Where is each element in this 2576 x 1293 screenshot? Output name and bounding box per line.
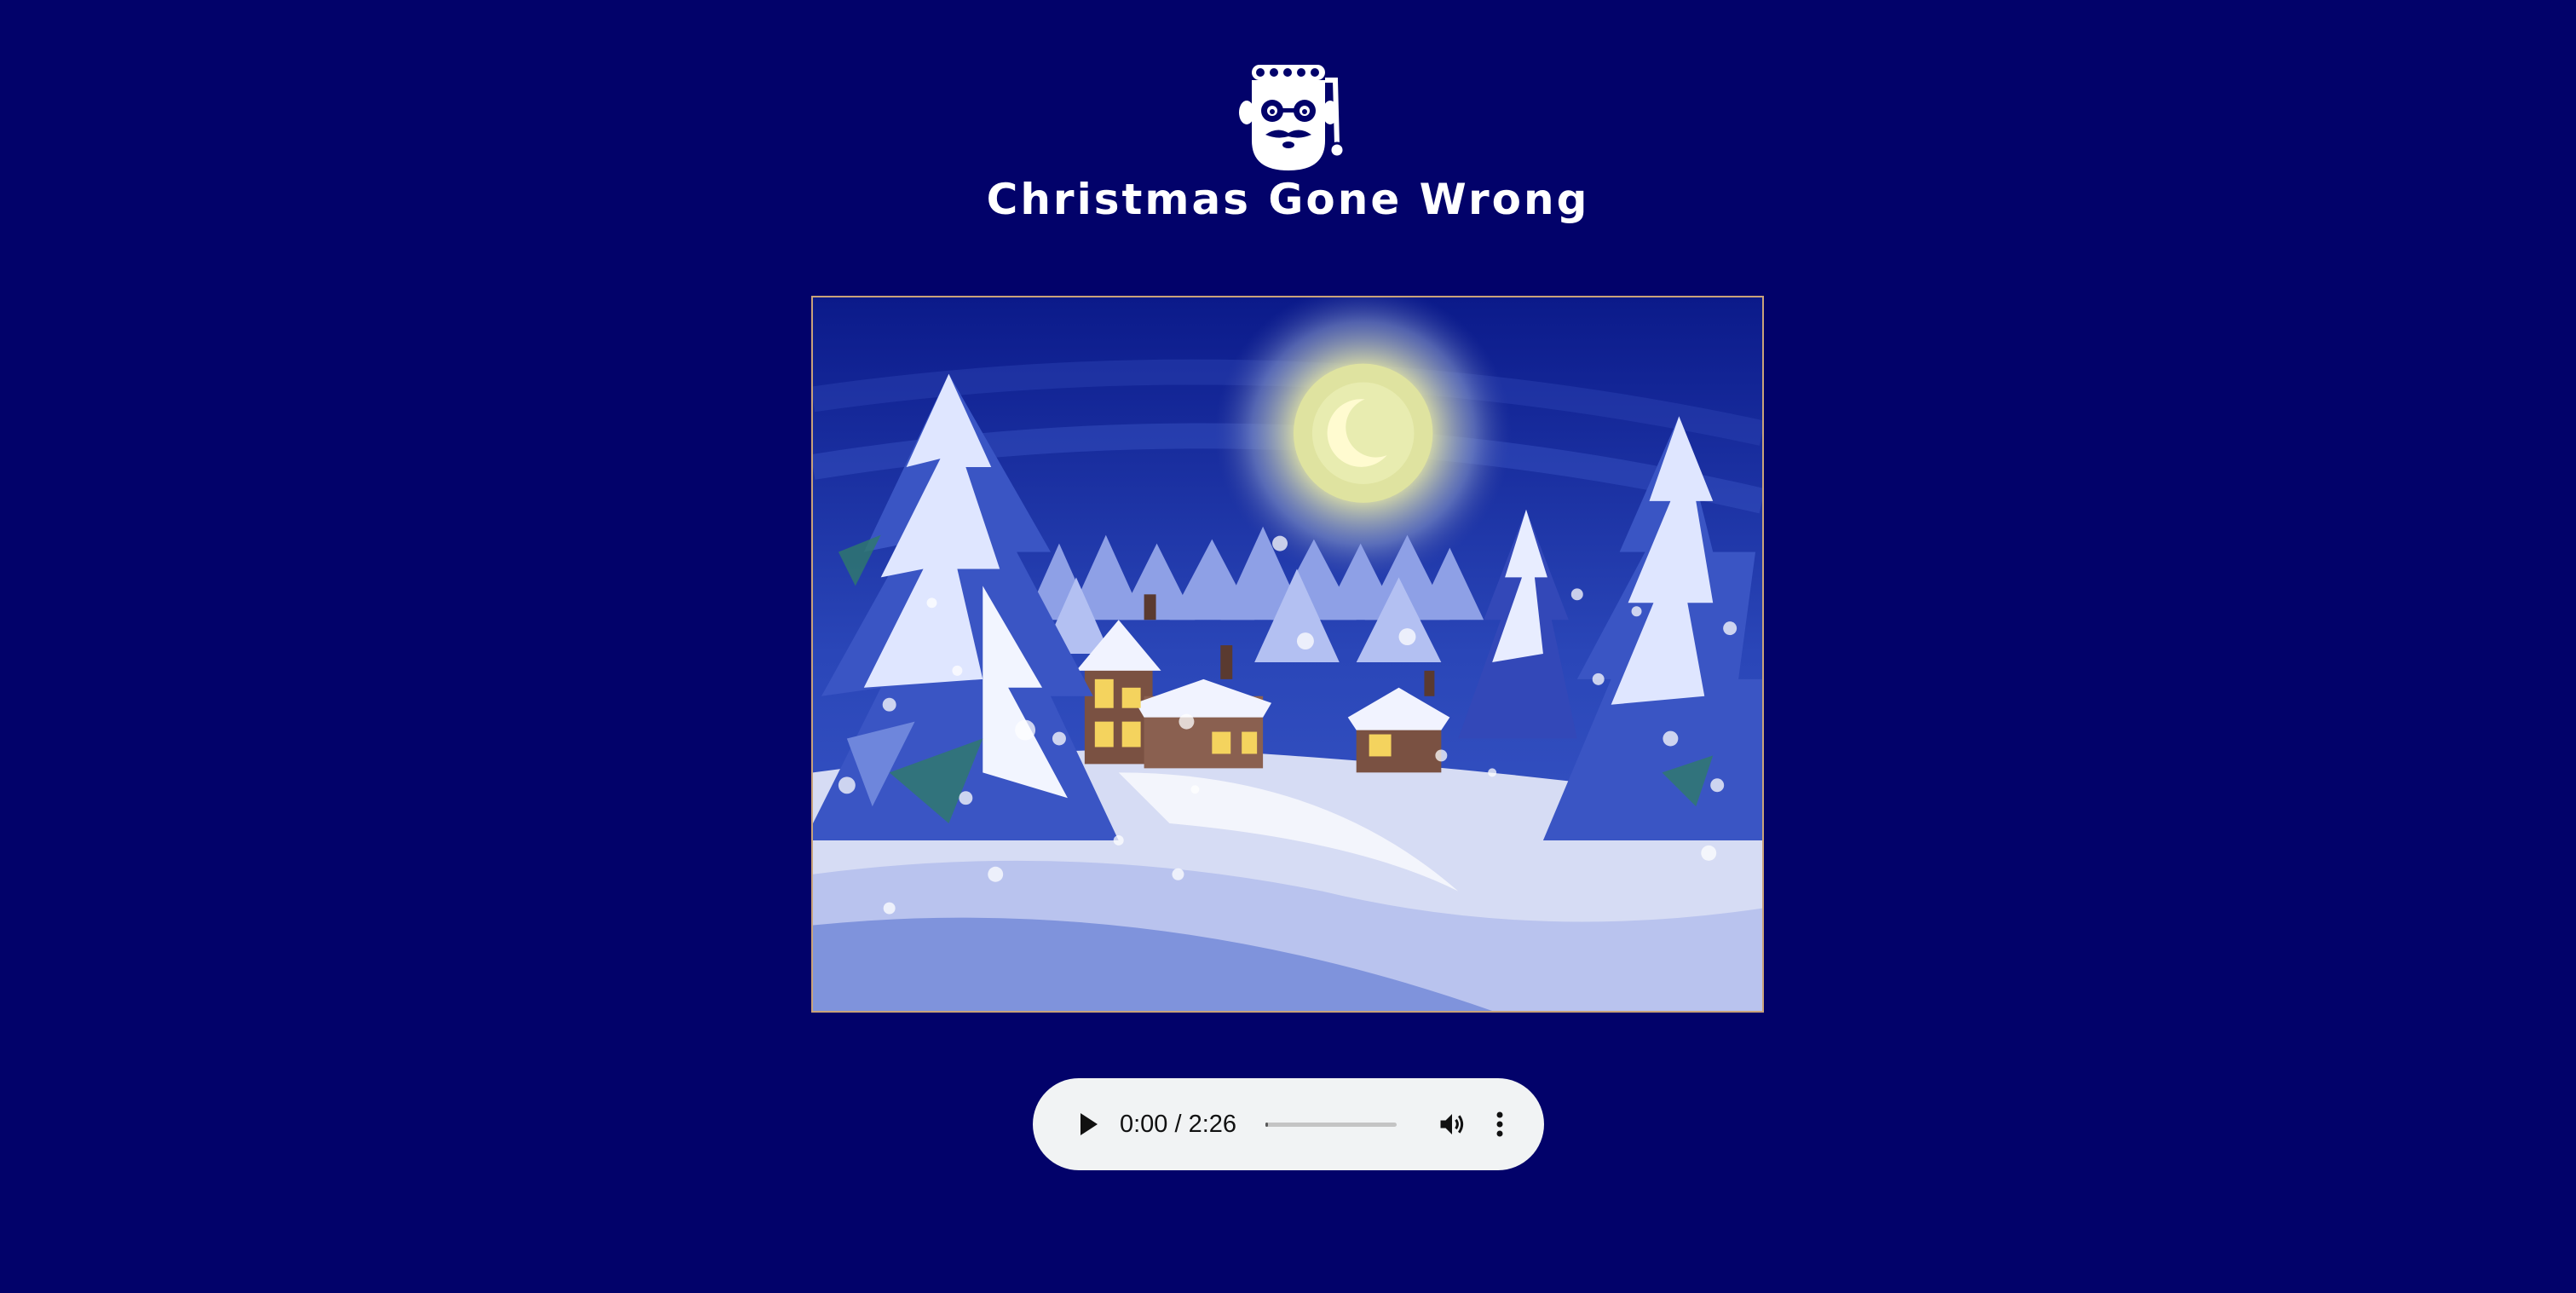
volume-icon	[1440, 1114, 1464, 1134]
time-display: 0:00 / 2:26	[1119, 1110, 1237, 1138]
audio-player[interactable]: 0:00 / 2:26	[1033, 1078, 1544, 1170]
snowy-village-illustration	[811, 296, 1764, 1013]
more-options-icon	[1496, 1111, 1503, 1137]
page-title: Christmas Gone Wrong	[986, 175, 1590, 224]
seek-slider[interactable]	[1265, 1122, 1397, 1127]
seek-progress	[1265, 1122, 1269, 1127]
page: Christmas Gone Wrong 0:00 / 2:26	[0, 0, 2576, 1293]
play-icon	[1080, 1113, 1098, 1135]
volume-button[interactable]	[1434, 1102, 1470, 1146]
more-options-button[interactable]	[1487, 1102, 1512, 1146]
santa-face-icon	[1233, 60, 1346, 170]
play-button[interactable]	[1067, 1102, 1109, 1146]
